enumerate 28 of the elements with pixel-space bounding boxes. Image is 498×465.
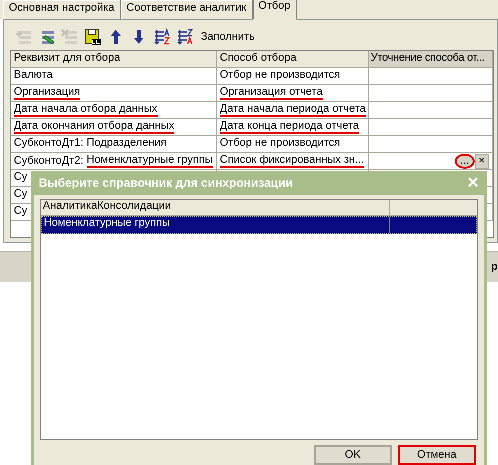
- table-cell: Дата окончания отбора данных: [11, 119, 217, 136]
- table-cell: Дата начала периода отчета: [217, 102, 369, 119]
- table-cell: Организация отчета: [217, 85, 369, 102]
- table-cell: Организация: [11, 85, 217, 102]
- sort-descending-icon[interactable]: [175, 27, 195, 47]
- table-cell: Отбор не производится: [217, 68, 369, 85]
- bottom-bar-text: р: [491, 261, 498, 273]
- tab[interactable]: Соответствие аналитик: [120, 0, 253, 19]
- list-row[interactable]: Номенклатурные группы: [41, 216, 477, 234]
- tab[interactable]: Отбор: [252, 0, 297, 20]
- table-cell: Список фиксированных зн...: [217, 153, 369, 170]
- sort-ascending-icon[interactable]: [152, 27, 172, 47]
- table-cell: Отбор не производится: [217, 136, 369, 153]
- table-cell: Дата конца периода отчета: [217, 119, 369, 136]
- table-cell: Валюта: [11, 68, 217, 85]
- cancel-button[interactable]: Отмена: [398, 445, 476, 465]
- clear-button[interactable]: ×: [474, 154, 489, 168]
- table-cell: СубконтоДт1: Подразделения: [11, 136, 217, 153]
- ok-button[interactable]: OK: [314, 445, 392, 465]
- column-header[interactable]: Реквизит для отбора: [11, 51, 217, 68]
- tab[interactable]: Основная настройка: [3, 0, 121, 19]
- table-cell: Дата начала отбора данных: [11, 102, 217, 119]
- table-cell: СубконтоДт2: Номенклатурные группы: [11, 153, 217, 170]
- column-header[interactable]: Способ отбора: [217, 51, 369, 68]
- column-header[interactable]: Уточнение способа от...: [369, 51, 493, 68]
- fill-button[interactable]: Заполнить: [198, 31, 258, 43]
- column-header[interactable]: АналитикаКонсолидации: [41, 200, 390, 216]
- choose-button[interactable]: ...: [455, 154, 475, 168]
